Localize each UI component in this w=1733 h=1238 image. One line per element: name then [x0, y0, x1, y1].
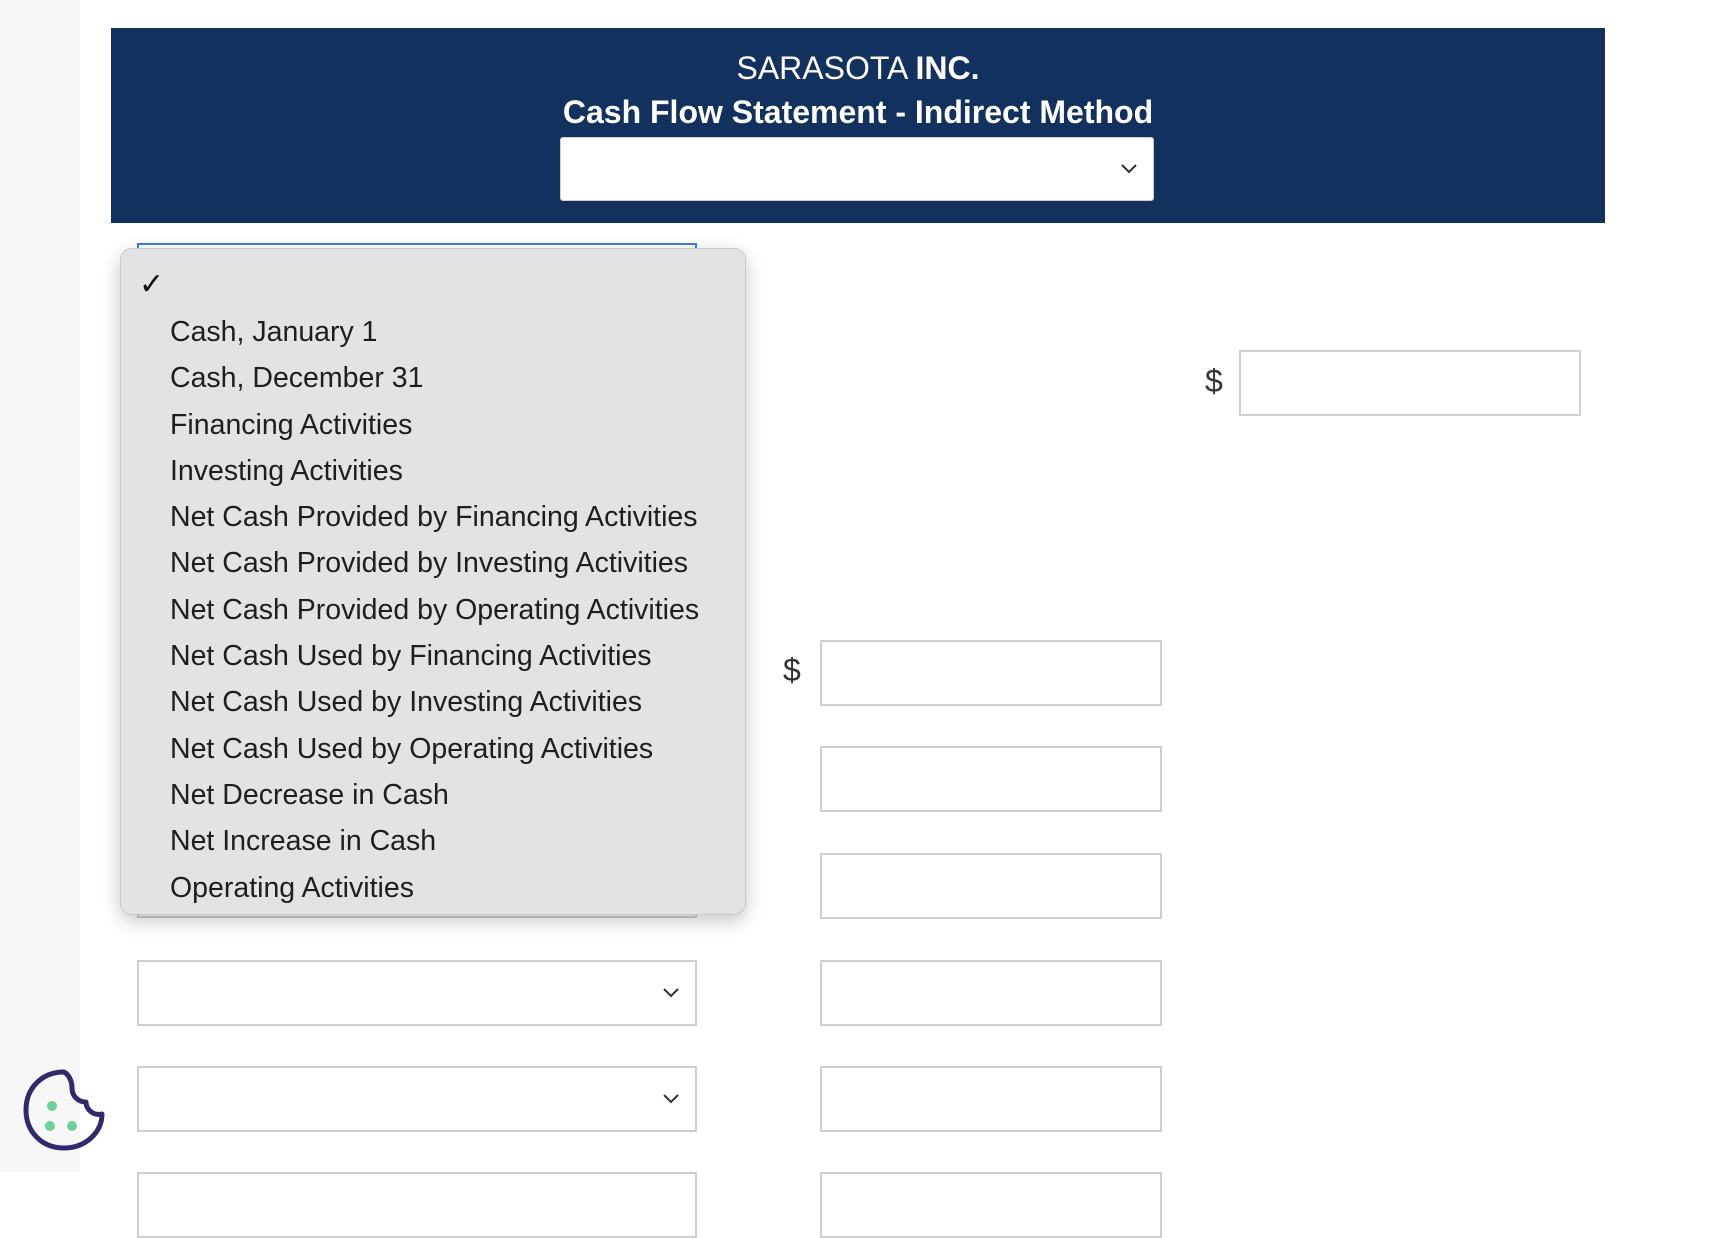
adjustment-amount-input-2[interactable]	[820, 746, 1162, 812]
dropdown-option[interactable]: Operating Activities	[170, 865, 699, 911]
dropdown-option[interactable]: Net Cash Provided by Investing Activitie…	[170, 540, 699, 586]
dropdown-option[interactable]: Cash, December 31	[170, 355, 699, 401]
dropdown-options: Cash, January 1 Cash, December 31 Financ…	[170, 309, 699, 911]
dropdown-option[interactable]: Net Decrease in Cash	[170, 772, 699, 818]
dropdown-option[interactable]: Net Cash Used by Operating Activities	[170, 726, 699, 772]
adjustment-amount-input-6[interactable]	[820, 1172, 1162, 1238]
period-select[interactable]	[560, 137, 1154, 201]
left-gutter	[0, 0, 80, 1172]
chevron-down-icon	[663, 988, 679, 998]
dropdown-option[interactable]: Net Cash Provided by Operating Activitie…	[170, 587, 699, 633]
dropdown-option[interactable]: Investing Activities	[170, 448, 699, 494]
line-item-select-3[interactable]	[137, 1066, 697, 1132]
chevron-down-icon	[1121, 164, 1137, 174]
dropdown-option[interactable]: Net Increase in Cash	[170, 818, 699, 864]
chevron-down-icon	[663, 1094, 679, 1104]
net-income-amount-input[interactable]	[1239, 350, 1581, 416]
currency-symbol: $	[1205, 363, 1223, 399]
adjustment-amount-input-4[interactable]	[820, 960, 1162, 1026]
dropdown-option[interactable]: Financing Activities	[170, 402, 699, 448]
company-suffix: INC.	[915, 50, 980, 86]
cookie-icon[interactable]	[22, 1068, 106, 1152]
statement-title: Cash Flow Statement - Indirect Method	[562, 94, 1154, 130]
adjustment-amount-input-5[interactable]	[820, 1066, 1162, 1132]
company-name: SARASOTA INC.	[111, 48, 1605, 88]
dropdown-option[interactable]: Net Cash Provided by Financing Activitie…	[170, 494, 699, 540]
currency-symbol: $	[783, 652, 801, 688]
adjustment-amount-input-3[interactable]	[820, 853, 1162, 919]
dropdown-option[interactable]: Net Cash Used by Investing Activities	[170, 679, 699, 725]
line-item-select-2[interactable]	[137, 960, 697, 1026]
dropdown-option[interactable]: Cash, January 1	[170, 309, 699, 355]
dropdown-option[interactable]: Net Cash Used by Financing Activities	[170, 633, 699, 679]
adjustment-amount-input-1[interactable]	[820, 640, 1162, 706]
company-name-text: SARASOTA	[736, 50, 907, 86]
line-item-select-4[interactable]	[137, 1172, 697, 1238]
line-item-dropdown-menu[interactable]: ✓ Cash, January 1 Cash, December 31 Fina…	[120, 248, 746, 915]
checkmark-icon: ✓	[139, 268, 165, 301]
statement-header: SARASOTA INC. Cash Flow Statement - Indi…	[111, 28, 1605, 223]
